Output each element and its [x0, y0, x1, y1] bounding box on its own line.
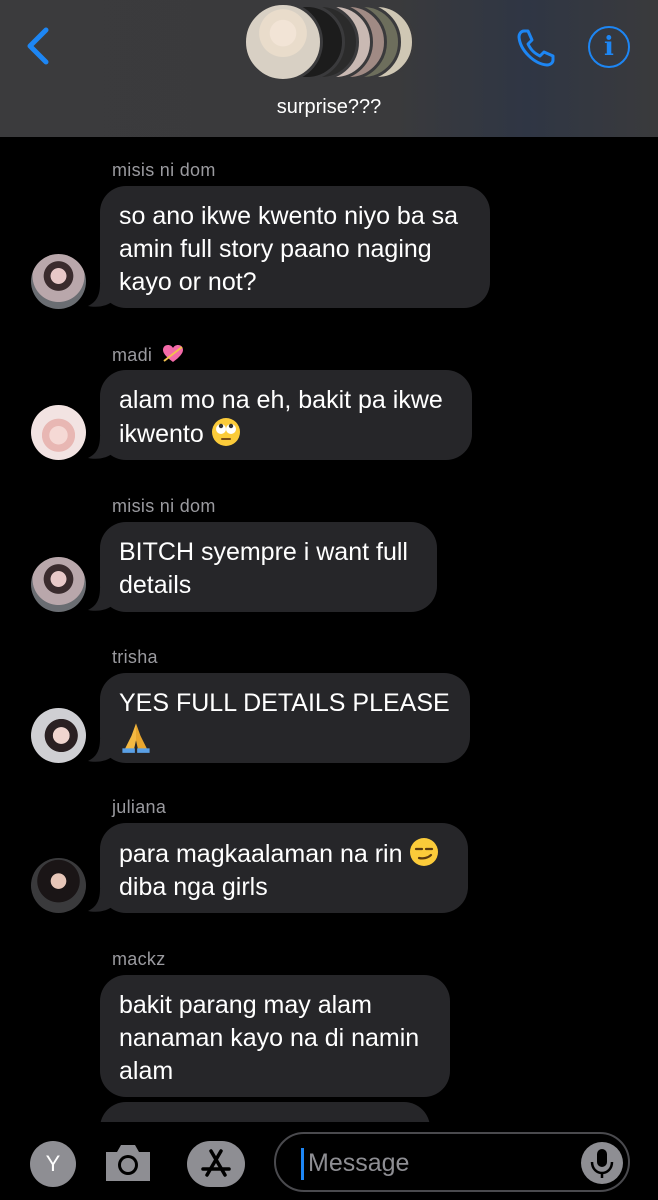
microphone-button[interactable] — [581, 1142, 623, 1184]
sender-name: madi — [112, 344, 184, 366]
message-text: alam mo na eh, bakit pa ikwe — [119, 386, 443, 414]
message-text: kayo or not? — [119, 268, 257, 296]
message-bubble[interactable]: bakit parang may alam nanaman kayo na di… — [100, 975, 450, 1097]
message-placeholder: Message — [308, 1149, 410, 1177]
camera-icon — [106, 1145, 150, 1181]
group-name[interactable]: surprise??? — [0, 96, 658, 119]
call-button[interactable] — [514, 26, 558, 70]
phone-icon — [517, 29, 555, 67]
message-text: BITCH syempre i want full — [119, 538, 408, 566]
group-avatar-stack[interactable] — [243, 2, 415, 82]
smirking-face-emoji — [410, 838, 439, 866]
chevron-left-icon — [27, 27, 49, 65]
conversation-header: surprise??? i — [0, 0, 658, 137]
back-button[interactable] — [22, 24, 58, 68]
avatar[interactable] — [31, 254, 86, 309]
sender-name: misis ni dom — [112, 496, 216, 516]
heart-with-arrow-emoji — [162, 345, 183, 362]
message-bubble[interactable]: YES FULL DETAILS PLEASE — [100, 673, 470, 763]
message-text: so ano ikwe kwento niyo ba sa — [119, 202, 459, 230]
folded-hands-emoji — [122, 723, 150, 753]
avatar[interactable] — [31, 557, 86, 612]
app-store-button[interactable] — [187, 1141, 245, 1187]
message-input[interactable]: Message — [274, 1132, 630, 1192]
message-bubble[interactable]: BITCH syempre i want full details — [100, 522, 437, 612]
bubble-tail — [88, 284, 114, 307]
avatar[interactable] — [31, 858, 86, 913]
bubble-tail — [88, 588, 114, 611]
my-avatar-button[interactable]: Y — [30, 1141, 76, 1187]
camera-button[interactable] — [102, 1140, 154, 1186]
microphone-icon — [590, 1149, 614, 1178]
text-cursor — [301, 1148, 304, 1180]
info-button[interactable]: i — [588, 26, 630, 68]
avatar[interactable] — [31, 405, 86, 460]
message-text: ikwento — [119, 420, 204, 448]
message-line: ikwento — [119, 417, 452, 451]
sender-name: mackz — [112, 949, 166, 969]
bubble-tail — [88, 436, 114, 459]
bubble-tail — [88, 739, 114, 762]
message-line: para magkaalaman na rin — [119, 837, 448, 871]
message-text: details — [119, 571, 192, 599]
message-text: diba nga girls — [119, 873, 268, 901]
bubble-tail — [88, 889, 114, 912]
sender-name: misis ni dom — [112, 160, 216, 180]
app-store-icon — [201, 1149, 231, 1177]
info-icon: i — [604, 32, 614, 62]
message-text: para magkaalaman na rin — [119, 840, 403, 868]
face-with-rolling-eyes-emoji — [211, 418, 240, 446]
message-text: nanaman kayo na di namin — [119, 1024, 420, 1052]
message-line — [119, 720, 450, 758]
sender-name: trisha — [112, 647, 158, 667]
message-bubble[interactable]: para magkaalaman na rin diba nga girls — [100, 823, 468, 913]
message-bubble[interactable]: so ano ikwe kwento niyo ba sa amin full … — [100, 186, 490, 308]
avatar[interactable] — [31, 708, 86, 763]
sender-name: juliana — [112, 797, 167, 817]
group-avatar — [243, 2, 323, 82]
message-text: amin full story paano naging — [119, 235, 432, 263]
message-bubble[interactable]: alam mo na eh, bakit pa ikwe ikwento — [100, 370, 472, 460]
message-text: YES FULL DETAILS PLEASE — [119, 689, 450, 717]
message-text: alam — [119, 1057, 174, 1085]
composer-bar: Y Message — [0, 1122, 658, 1200]
message-text: bakit parang may alam — [119, 991, 372, 1019]
sender-name-text: madi — [112, 345, 153, 365]
